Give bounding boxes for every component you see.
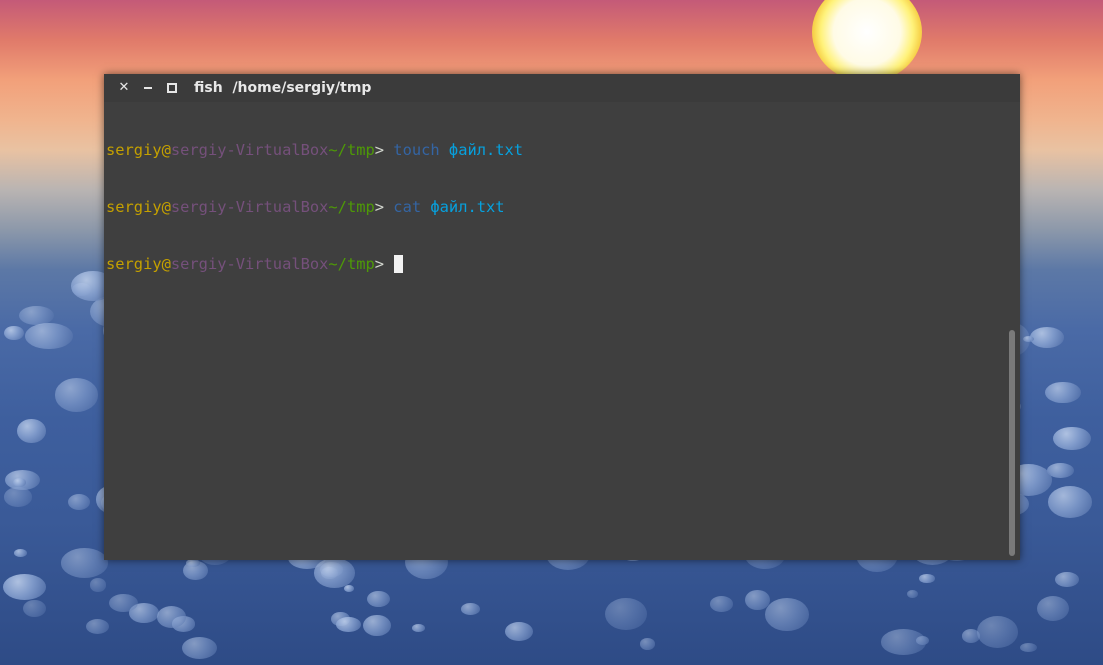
wallpaper-pebble (12, 478, 26, 488)
wallpaper-pebble (411, 623, 425, 632)
window-title: fish /home/sergiy/tmp (194, 79, 371, 97)
text-cursor (394, 255, 404, 273)
desktop-wallpaper: ✕ fish /home/sergiy/tmp sergiy@sergiy-Vi… (0, 0, 1103, 665)
wallpaper-pebble (186, 559, 201, 567)
prompt-path: ~/tmp (328, 198, 375, 216)
wallpaper-pebble (1020, 642, 1037, 653)
wallpaper-pebble (461, 602, 481, 615)
wallpaper-sun (812, 0, 922, 82)
wallpaper-pebble (1045, 381, 1081, 404)
command-text: cat (393, 198, 422, 216)
wallpaper-pebble (367, 590, 391, 608)
terminal-output[interactable]: sergiy@sergiy-VirtualBox~/tmp> touch фай… (106, 103, 1006, 553)
wallpaper-pebble (504, 622, 534, 642)
close-button[interactable]: ✕ (116, 80, 132, 96)
wallpaper-pebble (343, 585, 354, 592)
wallpaper-pebble (919, 574, 935, 584)
maximize-button[interactable] (164, 80, 180, 96)
minimize-icon (144, 87, 152, 89)
terminal-scrollbar[interactable] (1009, 330, 1015, 556)
command-text: touch (393, 141, 440, 159)
window-title-path: /home/sergiy/tmp (232, 80, 372, 96)
wallpaper-pebble (3, 574, 47, 601)
wallpaper-pebble (1053, 426, 1091, 451)
wallpaper-pebble (907, 590, 919, 598)
wallpaper-pebble (1022, 335, 1034, 343)
minimize-button[interactable] (140, 80, 156, 96)
wallpaper-pebble (68, 494, 90, 511)
terminal-line-active[interactable]: sergiy@sergiy-VirtualBox~/tmp> (106, 255, 1006, 274)
wallpaper-pebble (13, 548, 28, 557)
wallpaper-pebble (3, 487, 33, 507)
wallpaper-pebble (3, 325, 24, 341)
prompt-user: sergiy@ (106, 198, 171, 216)
window-title-app: fish (194, 80, 223, 96)
wallpaper-pebble (765, 598, 809, 632)
prompt-host: sergiy-VirtualBox (170, 141, 329, 159)
wallpaper-pebble (181, 636, 218, 660)
wallpaper-pebble (604, 597, 647, 631)
wallpaper-pebble (976, 616, 1018, 648)
prompt-symbol: > (374, 141, 394, 159)
prompt-path: ~/tmp (328, 255, 375, 273)
prompt-symbol: > (374, 255, 385, 273)
wallpaper-pebble (1055, 571, 1079, 588)
prompt-host: sergiy-VirtualBox (170, 255, 329, 273)
wallpaper-pebble (335, 617, 361, 633)
wallpaper-pebble (24, 322, 73, 350)
command-argument: файл.txt (430, 198, 505, 216)
wallpaper-pebble (880, 629, 927, 655)
maximize-icon (167, 83, 177, 93)
wallpaper-pebble (1047, 486, 1093, 518)
prompt-user: sergiy@ (106, 255, 171, 273)
terminal-window[interactable]: ✕ fish /home/sergiy/tmp sergiy@sergiy-Vi… (104, 74, 1020, 560)
window-titlebar[interactable]: ✕ fish /home/sergiy/tmp (104, 74, 1020, 102)
wallpaper-pebble (61, 548, 109, 579)
wallpaper-pebble (90, 578, 106, 592)
wallpaper-pebble (363, 615, 391, 637)
prompt-path: ~/tmp (328, 141, 375, 159)
wallpaper-pebble (157, 606, 187, 628)
wallpaper-pebble (313, 558, 355, 588)
wallpaper-pebble (1029, 327, 1064, 349)
wallpaper-pebble (23, 600, 46, 618)
terminal-line: sergiy@sergiy-VirtualBox~/tmp> cat файл.… (106, 198, 1006, 217)
prompt-symbol: > (374, 198, 394, 216)
wallpaper-pebble (1036, 596, 1069, 622)
prompt-user: sergiy@ (106, 141, 171, 159)
wallpaper-pebble (16, 418, 47, 444)
close-icon: ✕ (118, 80, 130, 95)
wallpaper-pebble (54, 378, 99, 412)
wallpaper-pebble (709, 596, 734, 613)
prompt-host: sergiy-VirtualBox (170, 198, 329, 216)
wallpaper-pebble (85, 618, 110, 635)
command-argument: файл.txt (448, 141, 524, 159)
terminal-line: sergiy@sergiy-VirtualBox~/tmp> touch фай… (106, 141, 1006, 160)
wallpaper-pebble (640, 638, 656, 651)
